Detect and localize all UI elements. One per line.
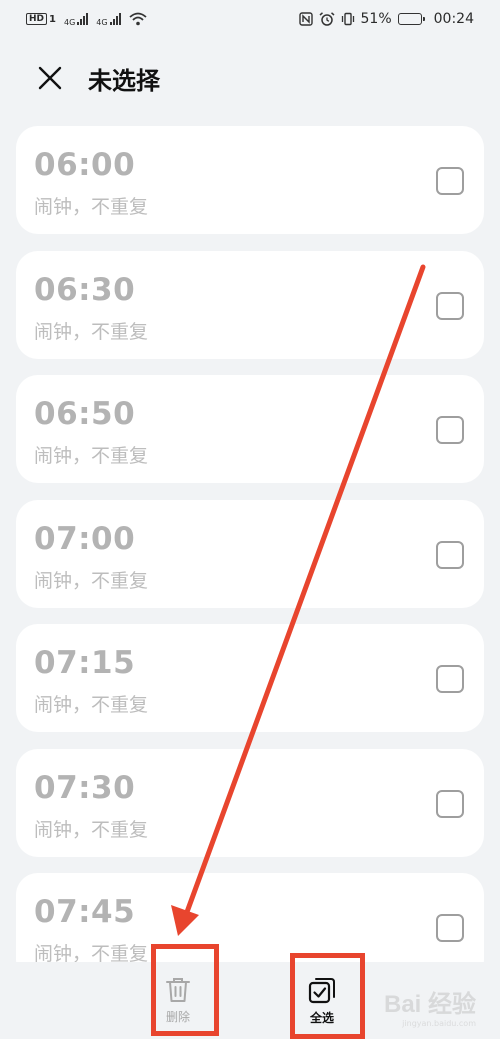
alarm-checkbox[interactable]	[436, 167, 464, 195]
battery-percent: 51%	[360, 11, 392, 27]
alarm-checkbox[interactable]	[436, 789, 464, 818]
alarm-time: 07:30	[34, 769, 136, 806]
screen: HD 1 4G 4G 51% 00:24 未选择 06:00 闹钟，不重复 06:3…	[0, 0, 500, 1039]
page-title: 未选择	[88, 66, 160, 95]
alarm-card[interactable]: 07:15 闹钟，不重复	[16, 624, 484, 732]
alarm-subtitle: 闹钟，不重复	[34, 943, 149, 962]
nfc-icon	[298, 12, 313, 26]
alarm-card[interactable]: 07:30 闹钟，不重复	[16, 748, 484, 857]
network-type-1: 4G	[63, 17, 76, 27]
annotation-box-delete	[151, 944, 219, 1036]
alarm-checkbox[interactable]	[436, 416, 464, 444]
status-left: HD 1 4G 4G	[26, 12, 147, 27]
signal-icon-1	[77, 13, 89, 25]
watermark: Bai 经验 jingyan.baidu.com	[384, 984, 476, 1028]
alarm-subtitle: 闹钟，不重复	[34, 694, 149, 716]
alarm-card[interactable]: 07:00 闹钟，不重复	[16, 499, 484, 608]
header: 未选择	[0, 50, 500, 106]
annotation-box-select-all	[290, 953, 365, 1039]
sim1-label: 1	[49, 13, 56, 25]
alarm-checkbox[interactable]	[436, 665, 464, 693]
vibrate-icon	[341, 12, 354, 26]
battery-icon	[397, 13, 425, 25]
alarm-subtitle: 闹钟，不重复	[34, 320, 149, 343]
alarm-subtitle: 闹钟，不重复	[34, 818, 149, 841]
close-icon	[38, 66, 62, 90]
alarm-time: 07:45	[34, 894, 136, 930]
clock: 00:24	[433, 11, 474, 27]
alarm-checkbox[interactable]	[436, 914, 464, 942]
signal-icon-2	[109, 13, 121, 25]
wifi-icon	[128, 12, 147, 26]
status-right: 51% 00:24	[298, 11, 474, 27]
watermark-logo: Bai 经验	[383, 991, 476, 1018]
watermark-url: jingyan.baidu.com	[402, 1019, 476, 1028]
alarm-subtitle: 闹钟，不重复	[34, 445, 149, 467]
alarm-time: 06:50	[34, 396, 136, 432]
alarm-card[interactable]: 06:00 闹钟，不重复	[16, 126, 484, 234]
alarm-checkbox[interactable]	[436, 291, 464, 320]
alarm-time: 07:00	[34, 520, 136, 557]
alarm-time: 06:30	[34, 271, 136, 308]
alarm-icon	[319, 12, 335, 26]
alarm-card[interactable]: 07:45 闹钟，不重复	[16, 873, 484, 962]
alarm-time: 06:00	[34, 147, 136, 183]
close-button[interactable]	[20, 50, 80, 106]
alarm-checkbox[interactable]	[436, 540, 464, 569]
network-type-2: 4G	[96, 17, 108, 27]
alarm-list: 06:00 闹钟，不重复 06:30 闹钟，不重复 06:50 闹钟，不重复 07:00 闹钟…	[16, 126, 484, 962]
alarm-subtitle: 闹钟，不重复	[34, 569, 149, 592]
alarm-card[interactable]: 06:30 闹钟，不重复	[16, 250, 484, 359]
hd-badge: HD	[26, 13, 48, 25]
status-bar: HD 1 4G 4G 51% 00:24	[0, 0, 500, 38]
alarm-subtitle: 闹钟，不重复	[34, 196, 149, 218]
alarm-card[interactable]: 06:50 闹钟，不重复	[16, 375, 484, 483]
alarm-time: 07:15	[34, 645, 136, 681]
